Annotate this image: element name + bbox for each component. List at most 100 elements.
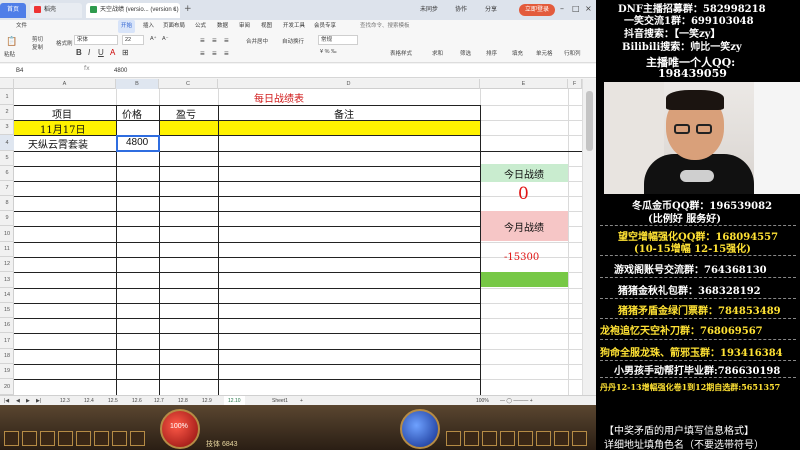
row-col-button[interactable]: 行和列 — [564, 49, 581, 57]
increase-font-icon[interactable]: A⁺ — [150, 36, 157, 42]
login-button[interactable]: 立即登录 — [519, 4, 555, 16]
menu-developer[interactable]: 开发工具 — [283, 20, 305, 33]
align-top-icon[interactable]: ≡ — [200, 36, 205, 45]
align-left-icon[interactable]: ≡ — [200, 49, 205, 58]
row-header[interactable]: 14 — [0, 288, 14, 303]
share-button[interactable]: 分享 — [485, 3, 497, 17]
column-header-c[interactable]: C — [159, 79, 218, 89]
align-right-icon[interactable]: ≡ — [224, 49, 229, 58]
column-header-d[interactable]: D — [218, 79, 480, 89]
menu-view[interactable]: 视图 — [261, 20, 272, 33]
wrap-text-button[interactable]: 自动换行 — [282, 37, 304, 45]
sheet-tab[interactable]: 12.8 — [178, 396, 188, 405]
menu-review[interactable]: 审阅 — [239, 20, 250, 33]
font-color-icon[interactable]: A — [110, 48, 115, 57]
selected-cell-b4[interactable] — [116, 135, 160, 152]
row-header[interactable]: 7 — [0, 181, 14, 196]
row-header[interactable]: 13 — [0, 272, 14, 288]
last-sheet-icon[interactable]: ▶| — [36, 396, 41, 405]
sheet-tab[interactable]: 12.7 — [154, 396, 164, 405]
row-header[interactable]: 8 — [0, 196, 14, 211]
minimize-icon[interactable]: – — [560, 4, 564, 13]
column-header-f[interactable]: F — [568, 79, 582, 89]
cell-button[interactable]: 单元格 — [536, 49, 553, 57]
menu-page-layout[interactable]: 页面布局 — [163, 20, 185, 33]
fill-button[interactable]: 填充 — [512, 49, 523, 57]
fx-icon[interactable]: fx — [84, 65, 90, 72]
sheet-grid[interactable]: 每日战绩表 项目 价格 盈亏 备注 11月17日 天纵云霄套装 4800 今日战… — [14, 89, 582, 395]
sheet-tab[interactable]: 12.5 — [108, 396, 118, 405]
close-window-icon[interactable]: × — [585, 4, 592, 13]
sheet-tab[interactable]: 12.6 — [132, 396, 142, 405]
tab-home[interactable]: 首页 — [0, 3, 26, 18]
row-header[interactable]: 5 — [0, 151, 14, 166]
prev-sheet-icon[interactable]: ◀ — [16, 396, 20, 405]
italic-icon[interactable]: I — [88, 48, 90, 57]
new-tab-icon[interactable]: + — [184, 4, 192, 14]
menu-file[interactable]: 文件 — [16, 20, 27, 33]
name-box[interactable]: B4 — [16, 66, 76, 76]
date-cell[interactable]: 11月17日 — [40, 121, 85, 136]
align-bottom-icon[interactable]: ≡ — [224, 36, 229, 45]
sheet-tab[interactable]: Sheet1 — [272, 396, 288, 405]
cut-button[interactable]: 剪切 — [32, 35, 43, 43]
row-header[interactable]: 10 — [0, 226, 14, 242]
maximize-icon[interactable]: □ — [572, 4, 580, 13]
collab-button[interactable]: 协作 — [455, 3, 467, 17]
item-cell[interactable]: 天纵云霄套装 — [28, 136, 88, 151]
command-search[interactable]: 查找命令、搜索模板 — [360, 20, 410, 33]
row-header[interactable]: 12 — [0, 257, 14, 272]
bold-icon[interactable]: B — [76, 48, 82, 57]
row-header[interactable]: 16 — [0, 318, 14, 333]
row-header[interactable]: 2 — [0, 105, 14, 120]
tab-document[interactable]: 天空战绩 (versio... (version 1) × — [86, 3, 180, 18]
menu-data[interactable]: 数据 — [217, 20, 228, 33]
paste-button[interactable]: 粘贴 — [4, 50, 15, 58]
vertical-scrollbar[interactable] — [582, 79, 596, 395]
number-format-select[interactable]: 常规 — [318, 35, 358, 45]
align-center-icon[interactable]: ≡ — [212, 49, 217, 58]
row-header[interactable]: 20 — [0, 379, 14, 395]
next-sheet-icon[interactable]: ▶ — [26, 396, 30, 405]
tab-docer[interactable]: 稻壳 — [30, 3, 82, 18]
row-header[interactable]: 4 — [0, 135, 14, 151]
row-header[interactable]: 19 — [0, 364, 14, 379]
sheet-tab[interactable]: 12.3 — [60, 396, 70, 405]
format-painter-button[interactable]: 格式刷 — [56, 39, 73, 47]
merge-center-button[interactable]: 合并居中 — [246, 37, 268, 45]
border-icon[interactable]: ⊞ — [122, 48, 129, 57]
column-header-e[interactable]: E — [480, 79, 568, 89]
sum-button[interactable]: 求和 — [432, 49, 443, 57]
font-size-select[interactable]: 22 — [122, 35, 144, 45]
align-middle-icon[interactable]: ≡ — [212, 36, 217, 45]
close-tab-icon[interactable]: × — [172, 3, 176, 18]
formula-input[interactable]: 4800 — [114, 66, 127, 76]
row-header[interactable]: 6 — [0, 166, 14, 181]
font-select[interactable]: 宋体 — [74, 35, 118, 45]
row-header[interactable]: 3 — [0, 120, 14, 135]
zoom-level[interactable]: 100% — [476, 396, 489, 405]
scrollbar-thumb[interactable] — [586, 91, 593, 151]
zoom-slider[interactable]: — ◯ ——— + — [500, 396, 533, 405]
row-header[interactable]: 1 — [0, 89, 14, 105]
sort-button[interactable]: 排序 — [486, 49, 497, 57]
row-header[interactable]: 17 — [0, 333, 14, 349]
sync-status[interactable]: 未同步 — [420, 3, 438, 17]
table-style-button[interactable]: 表格样式 — [390, 49, 412, 57]
percent-icon[interactable]: ¥ % ‰ — [320, 49, 337, 55]
first-sheet-icon[interactable]: |◀ — [4, 396, 9, 405]
menu-insert[interactable]: 插入 — [143, 20, 154, 33]
menu-formula[interactable]: 公式 — [195, 20, 206, 33]
sheet-tab[interactable]: 12.4 — [84, 396, 94, 405]
copy-button[interactable]: 复制 — [32, 43, 43, 51]
sheet-tab-active[interactable]: 12.10 — [224, 396, 245, 405]
row-header[interactable]: 9 — [0, 211, 14, 226]
menu-home[interactable]: 开始 — [118, 20, 136, 33]
select-all-corner[interactable] — [0, 79, 14, 89]
underline-icon[interactable]: U — [98, 48, 104, 57]
paste-icon[interactable]: 📋 — [6, 36, 17, 47]
row-header[interactable]: 18 — [0, 349, 14, 364]
filter-button[interactable]: 筛选 — [460, 49, 471, 57]
decrease-font-icon[interactable]: A⁻ — [162, 36, 169, 42]
column-header-a[interactable]: A — [14, 79, 116, 89]
